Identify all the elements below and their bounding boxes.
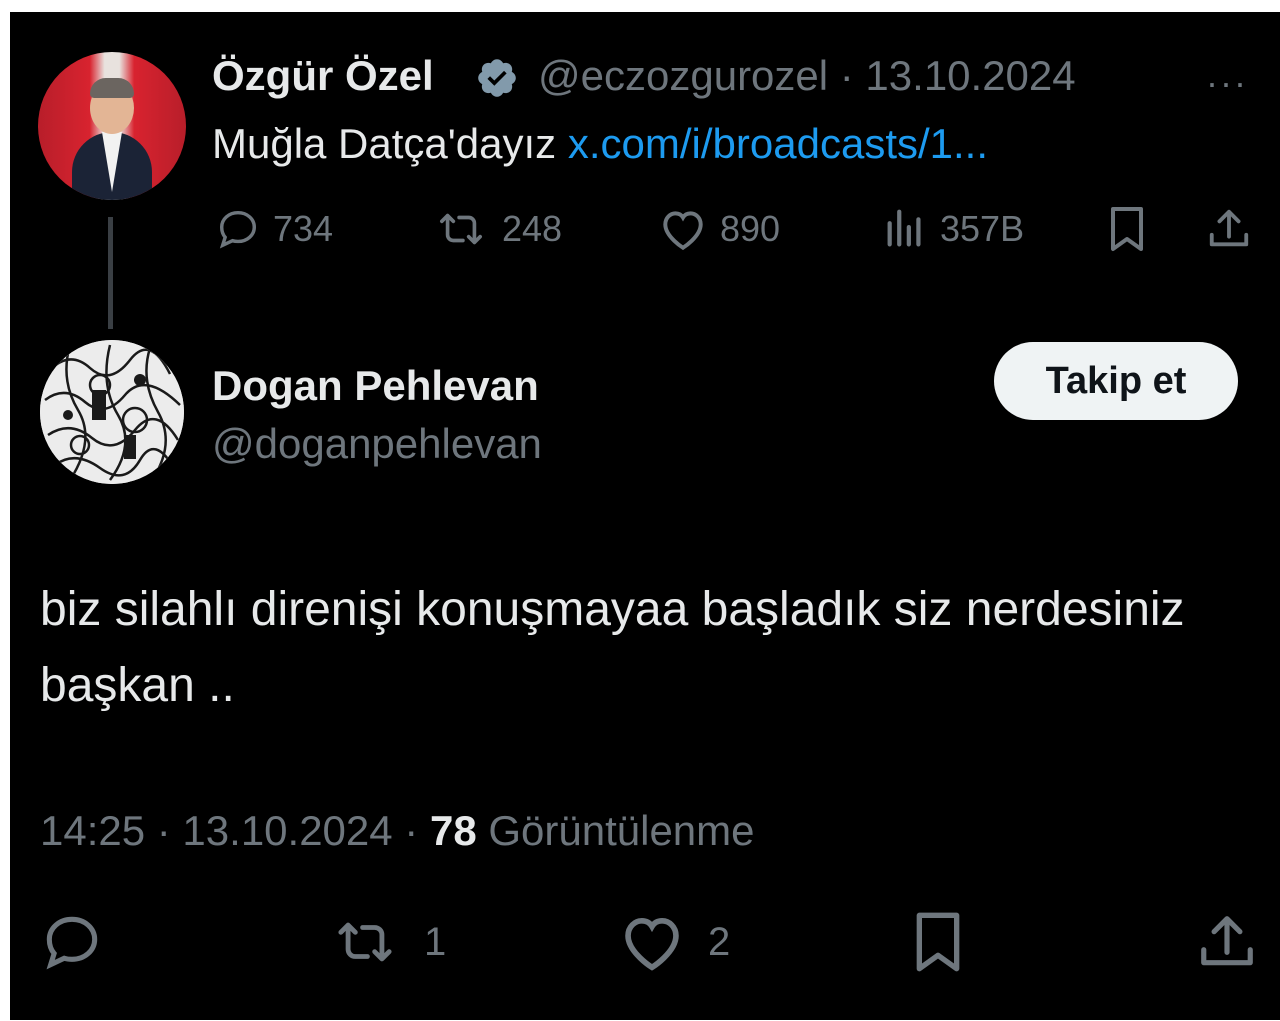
tweet-screenshot: Özgür Özel @eczozgurozel · 13.10.2024 ··… <box>10 12 1280 1020</box>
like-action[interactable]: 2 <box>618 910 730 974</box>
bookmark-icon[interactable] <box>1106 204 1148 254</box>
view-count: 78 <box>429 807 477 854</box>
reply-count: 734 <box>273 208 334 249</box>
share-icon[interactable] <box>1206 204 1252 254</box>
like-count: 890 <box>720 208 781 249</box>
parent-handle-date[interactable]: @eczozgurozel · 13.10.2024 <box>538 52 1076 100</box>
reply-icon[interactable] <box>40 910 104 974</box>
more-options-icon[interactable]: ··· <box>1206 62 1248 104</box>
like-icon <box>618 911 686 973</box>
parent-tweet-text: Muğla Datça'dayız x.com/i/broadcasts/1..… <box>212 120 988 168</box>
reply-tweet-text: biz silahlı direnişi konuşmayaa başladık… <box>40 583 1185 712</box>
reply-author-name[interactable]: Dogan Pehlevan <box>212 362 539 410</box>
avatar-dogan-pehlevan[interactable] <box>40 340 184 484</box>
like-count: 2 <box>708 919 731 964</box>
repost-action[interactable]: 1 <box>328 910 446 974</box>
thread-connector-line <box>108 217 113 329</box>
parent-text: Muğla Datça'dayız <box>212 120 568 167</box>
verified-badge-icon <box>475 56 519 100</box>
avatar-ozgur-ozel[interactable] <box>38 52 186 200</box>
repost-count: 248 <box>502 208 563 249</box>
reply-icon <box>215 206 261 252</box>
views-action[interactable]: 357B <box>882 204 1024 254</box>
tweet-metadata: 14:25 · 13.10.2024 · 78 Görüntülenme <box>40 807 755 855</box>
timestamp[interactable]: 14:25 · 13.10.2024 · <box>40 807 430 854</box>
parent-author-name[interactable]: Özgür Özel <box>212 52 434 100</box>
like-icon <box>658 206 708 252</box>
repost-count: 1 <box>424 919 447 964</box>
repost-action[interactable]: 248 <box>432 204 562 254</box>
share-icon[interactable] <box>1196 910 1258 974</box>
reply-action[interactable]: 734 <box>215 204 333 254</box>
views-count: 357B <box>940 208 1025 249</box>
like-action[interactable]: 890 <box>658 204 780 254</box>
bookmark-icon[interactable] <box>910 910 966 974</box>
views-icon <box>882 206 928 252</box>
view-label: Görüntülenme <box>476 807 755 854</box>
broadcast-link[interactable]: x.com/i/broadcasts/1... <box>568 120 988 167</box>
repost-icon <box>432 206 490 252</box>
repost-icon <box>328 913 402 971</box>
reply-author-handle[interactable]: @doganpehlevan <box>212 420 542 468</box>
follow-button[interactable]: Takip et <box>994 342 1238 420</box>
